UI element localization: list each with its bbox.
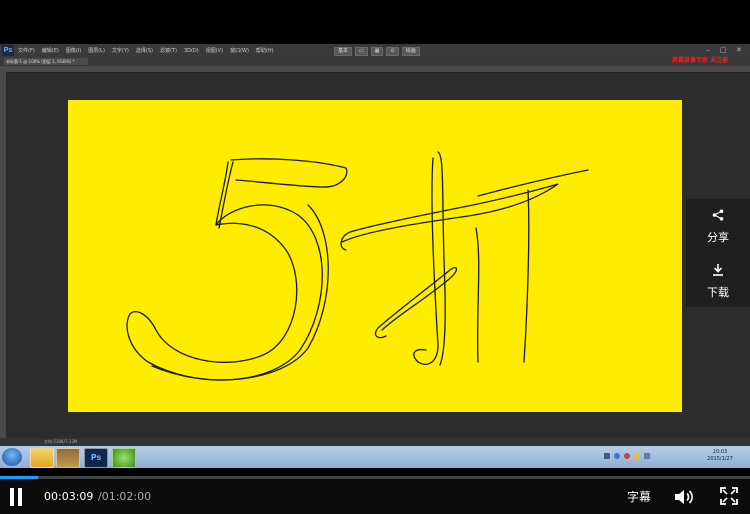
handwritten-5-da-drawing bbox=[126, 151, 589, 381]
ps-status-bar: 文档:518K/7.13M bbox=[0, 438, 750, 446]
side-panel: 分享 下载 bbox=[686, 199, 750, 307]
ps-menu-item[interactable]: 视图(V) bbox=[206, 47, 223, 55]
ps-menu-item[interactable]: 图像(I) bbox=[66, 47, 81, 55]
tray-network-icon[interactable] bbox=[604, 453, 610, 459]
tray-clock[interactable]: 20:03 2015/1/27 bbox=[700, 449, 740, 463]
workspace-paint-button[interactable]: 绘画 bbox=[401, 47, 420, 56]
doc-size-text: 文档:518K/7.13M bbox=[44, 439, 78, 444]
volume-button[interactable] bbox=[673, 487, 695, 507]
ps-menu-item[interactable]: 3D(D) bbox=[184, 47, 199, 55]
ps-menu-item[interactable]: 文字(Y) bbox=[112, 47, 129, 55]
minimize-icon[interactable]: – bbox=[706, 45, 710, 55]
pause-button[interactable] bbox=[10, 488, 26, 506]
system-tray bbox=[604, 453, 690, 461]
ps-menu-item[interactable]: 图层(L) bbox=[88, 47, 105, 55]
download-button[interactable]: 下载 bbox=[686, 255, 750, 307]
tray-qq-icon[interactable] bbox=[634, 453, 640, 459]
workspace-switcher: 基本 ▭ ▦ ⊙ 绘画 bbox=[334, 47, 420, 56]
video-area[interactable]: Ps 文件(F) 编辑(E) 图像(I) 图层(L) 文字(Y) 选择(S) 滤镜(T) 3D… bbox=[0, 0, 750, 476]
tray-volume-icon[interactable] bbox=[644, 453, 650, 459]
ps-menu-item[interactable]: 窗口(W) bbox=[230, 47, 249, 55]
recorder-watermark: 屏幕录像专家 未注册 bbox=[672, 57, 729, 64]
photoshop-task-icon[interactable]: Ps bbox=[84, 448, 108, 468]
workspace-layout-button[interactable]: ▭ bbox=[355, 47, 368, 56]
download-icon bbox=[712, 263, 724, 280]
ps-menu-bar: Ps 文件(F) 编辑(E) 图像(I) 图层(L) 文字(Y) 选择(S) 滤镜(T) 3D… bbox=[0, 44, 750, 58]
progress-fill bbox=[0, 476, 39, 479]
ps-menu-item[interactable]: 编辑(E) bbox=[42, 47, 59, 55]
start-button[interactable] bbox=[2, 448, 22, 466]
close-icon[interactable]: ✕ bbox=[736, 45, 742, 55]
ps-logo: Ps bbox=[2, 45, 14, 56]
share-icon bbox=[712, 209, 724, 225]
tray-help-icon[interactable] bbox=[614, 453, 620, 459]
fullscreen-icon bbox=[720, 487, 738, 505]
explorer-icon[interactable] bbox=[30, 448, 54, 468]
clock-date: 2015/1/27 bbox=[707, 456, 733, 462]
download-label: 下载 bbox=[707, 285, 729, 299]
app-green-icon[interactable] bbox=[112, 448, 136, 468]
ruler-vertical bbox=[0, 66, 6, 438]
fullscreen-button[interactable] bbox=[720, 487, 738, 505]
share-label: 分享 bbox=[707, 231, 729, 244]
current-time: 00:03:09 bbox=[44, 490, 94, 503]
workspace-zoom-button[interactable]: ⊙ bbox=[386, 47, 399, 56]
ps-menu-item[interactable]: 滤镜(T) bbox=[160, 47, 177, 55]
ps-menu-item[interactable]: 选择(S) bbox=[136, 47, 153, 55]
share-button[interactable]: 分享 bbox=[686, 201, 750, 253]
ruler-horizontal bbox=[6, 66, 750, 73]
windows-taskbar: Ps 20:03 2015/1/27 bbox=[0, 446, 750, 468]
subtitle-button[interactable]: 字幕 bbox=[627, 489, 651, 505]
ps-canvas[interactable] bbox=[68, 100, 682, 412]
tray-security-icon[interactable] bbox=[624, 453, 630, 459]
total-time: /01:02:00 bbox=[98, 490, 152, 503]
document-tab[interactable]: 未标题-1 @ 100% (图层 1, RGB/8) * bbox=[4, 58, 88, 65]
progress-track[interactable] bbox=[0, 476, 750, 479]
ps-menu-item[interactable]: 文件(F) bbox=[18, 47, 35, 55]
maximize-icon[interactable]: □ bbox=[720, 45, 727, 55]
ps-menu-item[interactable]: 帮助(H) bbox=[256, 47, 274, 55]
workspace-arrange-button[interactable]: ▦ bbox=[370, 47, 384, 56]
games-icon[interactable] bbox=[56, 448, 80, 468]
volume-icon bbox=[675, 490, 693, 504]
pause-icon bbox=[10, 488, 14, 506]
workspace-basic-button[interactable]: 基本 bbox=[334, 47, 353, 56]
photoshop-window: Ps 文件(F) 编辑(E) 图像(I) 图层(L) 文字(Y) 选择(S) 滤镜(T) 3D… bbox=[0, 44, 750, 468]
clock-time: 20:03 bbox=[712, 449, 728, 455]
ps-menu: 文件(F) 编辑(E) 图像(I) 图层(L) 文字(Y) 选择(S) 滤镜(T) 3D(D)… bbox=[18, 47, 274, 55]
